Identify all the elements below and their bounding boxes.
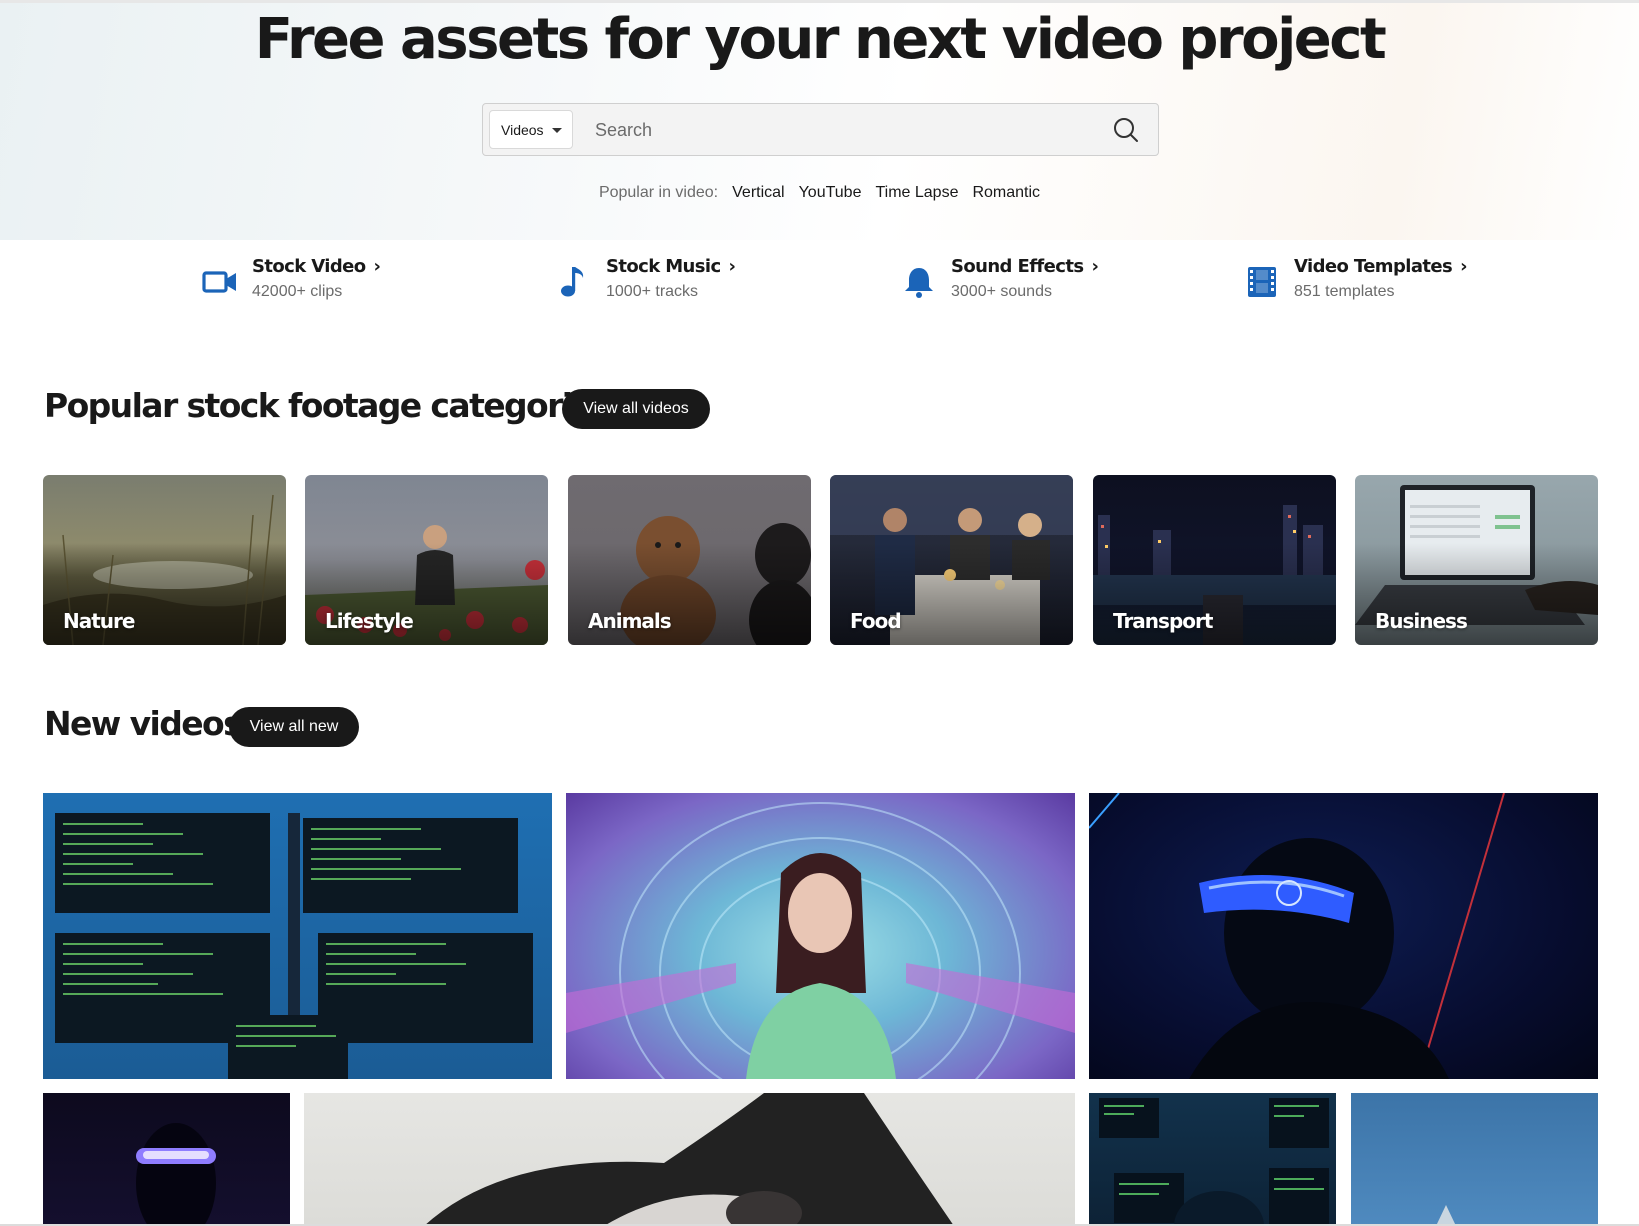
search-type-select[interactable]: Videos (489, 110, 573, 149)
video-preview-image (424, 1093, 954, 1226)
chevron-right-icon: › (1091, 256, 1099, 277)
search-bar: Videos (482, 103, 1159, 156)
popular-label: Popular in video: (598, 184, 719, 201)
video-preview-image (1099, 1098, 1329, 1226)
asset-category-stock-music[interactable]: Stock Music › 1000+ tracks (556, 256, 736, 316)
video-preview-image (1089, 793, 1505, 1079)
video-thumbnail[interactable] (566, 793, 1075, 1079)
category-card-business[interactable]: Business (1355, 475, 1598, 645)
search-icon[interactable] (1112, 116, 1140, 144)
caret-down-icon (552, 128, 562, 133)
video-thumbnail[interactable] (43, 793, 552, 1079)
search-input[interactable] (595, 112, 1075, 148)
asset-category-video-templates[interactable]: Video Templates › 851 templates (1244, 256, 1468, 316)
popular-link-romantic[interactable]: Romantic (972, 184, 1040, 202)
asset-category-title: Stock Video (252, 256, 366, 277)
asset-category-count: 1000+ tracks (606, 283, 699, 300)
asset-category-title: Stock Music (606, 256, 721, 277)
asset-category-stock-video[interactable]: Stock Video › 42000+ clips (202, 256, 381, 316)
video-preview-image (1436, 1205, 1456, 1226)
view-all-videos-button[interactable]: View all videos (562, 389, 710, 429)
asset-category-count: 42000+ clips (252, 283, 343, 300)
chevron-right-icon: › (1460, 256, 1467, 277)
asset-category-count: 851 templates (1294, 283, 1395, 300)
category-card-label: Animals (588, 609, 672, 633)
popular-link-youtube[interactable]: YouTube (799, 184, 862, 202)
category-card-nature[interactable]: Nature (43, 475, 286, 645)
popular-searches: Popular in video: Vertical YouTube Time … (0, 184, 1639, 202)
category-card-food[interactable]: Food (830, 475, 1073, 645)
new-videos-heading: New videos (44, 704, 243, 743)
chevron-right-icon: › (728, 256, 736, 277)
bell-icon (905, 268, 933, 298)
category-card-label: Business (1375, 609, 1468, 633)
chevron-right-icon: › (373, 256, 381, 277)
category-card-label: Nature (63, 609, 135, 633)
page-title: Free assets for your next video project (254, 7, 1387, 72)
film-strip-icon (1248, 267, 1276, 297)
asset-category-title: Sound Effects (951, 256, 1084, 277)
popular-categories-heading: Popular stock footage categories (44, 386, 612, 425)
category-card-lifestyle[interactable]: Lifestyle (305, 475, 548, 645)
category-card-animals[interactable]: Animals (568, 475, 811, 645)
popular-link-time-lapse[interactable]: Time Lapse (875, 184, 958, 202)
video-preview-image (136, 1123, 216, 1226)
video-thumbnail[interactable] (1089, 1093, 1336, 1226)
asset-category-sound-effects[interactable]: Sound Effects › 3000+ sounds (901, 256, 1099, 316)
category-card-transport[interactable]: Transport (1093, 475, 1336, 645)
popular-link-vertical[interactable]: Vertical (732, 184, 784, 202)
category-card-label: Transport (1113, 609, 1213, 633)
asset-category-count: 3000+ sounds (951, 283, 1052, 300)
category-card-label: Food (850, 609, 902, 633)
video-thumbnail[interactable] (304, 1093, 1075, 1226)
video-thumbnail[interactable] (43, 1093, 290, 1226)
video-preview-image (566, 802, 1075, 1079)
video-camera-icon (202, 271, 236, 293)
music-note-icon (561, 267, 584, 297)
asset-category-title: Video Templates (1294, 256, 1453, 277)
video-thumbnail[interactable] (1351, 1093, 1598, 1226)
category-card-label: Lifestyle (325, 609, 414, 633)
search-type-label: Videos (501, 121, 544, 138)
video-thumbnail[interactable] (1089, 793, 1598, 1079)
view-all-new-button[interactable]: View all new (229, 707, 359, 747)
video-preview-image (55, 813, 533, 1079)
